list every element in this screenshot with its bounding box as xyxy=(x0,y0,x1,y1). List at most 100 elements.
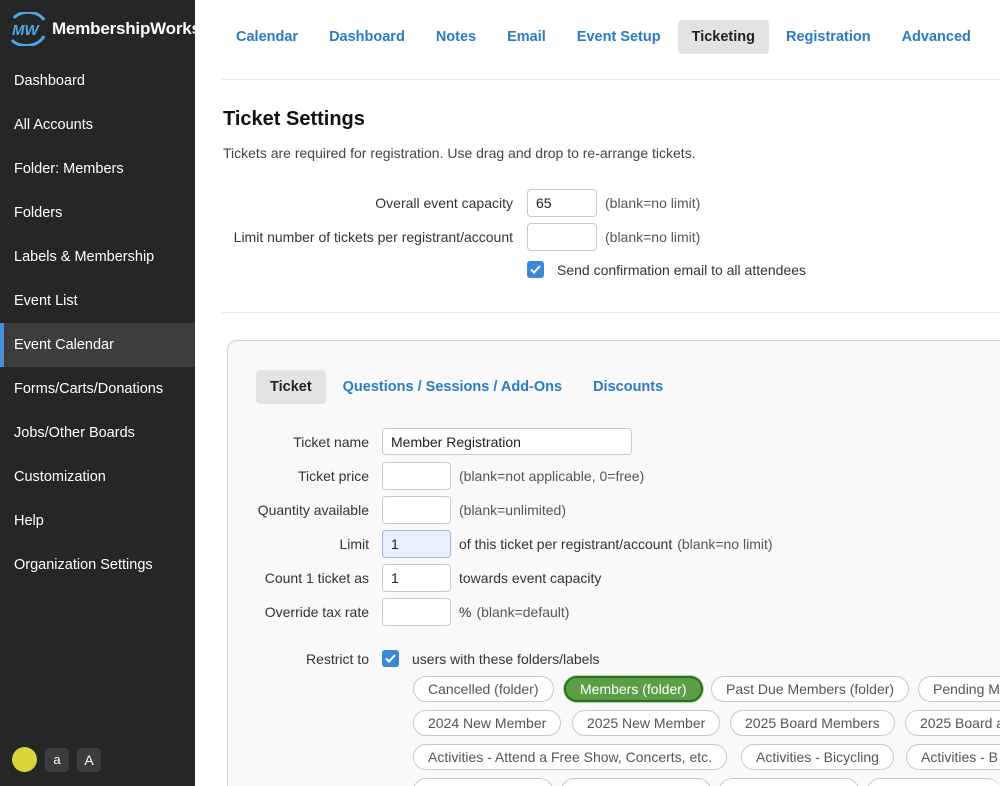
sidebar-item-label: Folders xyxy=(14,205,63,221)
label-pill-partial[interactable] xyxy=(719,778,859,786)
ticket-name-row: Ticket name Member Registration xyxy=(240,428,632,455)
restrict-row: Restrict to users with these folders/lab… xyxy=(240,650,600,667)
ticket-name-input[interactable]: Member Registration xyxy=(382,428,632,455)
label-pill[interactable]: 2024 New Member xyxy=(413,710,562,736)
limit-label: Limit xyxy=(339,536,369,552)
subtab-questions-sessions-addons[interactable]: Questions / Sessions / Add-Ons xyxy=(329,370,576,404)
limit-hint: (blank=no limit) xyxy=(677,536,773,552)
divider xyxy=(222,79,1000,80)
limit-per-registrant-input[interactable] xyxy=(527,223,597,251)
brand-logo[interactable]: MW MembershipWorks xyxy=(8,12,201,46)
folder-pill[interactable]: Past Due Members (folder) xyxy=(711,676,910,702)
tab-email[interactable]: Email xyxy=(493,20,560,54)
label-pill[interactable]: Activities - B xyxy=(906,744,1000,770)
check-icon xyxy=(530,265,541,274)
svg-text:MW: MW xyxy=(12,22,40,39)
sidebar: MW MembershipWorks Dashboard All Account… xyxy=(0,0,201,786)
sidebar-item-help[interactable]: Help xyxy=(0,499,195,543)
limit-per-registrant-label: Limit number of tickets per registrant/a… xyxy=(233,229,513,245)
sidebar-item-label: All Accounts xyxy=(14,117,93,133)
limit-text: of this ticket per registrant/account xyxy=(459,536,673,552)
confirmation-row: Send confirmation email to all attendees xyxy=(527,261,806,278)
divider xyxy=(222,312,1000,313)
sidebar-item-label: Organization Settings xyxy=(14,557,153,573)
sidebar-item-jobs-other-boards[interactable]: Jobs/Other Boards xyxy=(0,411,195,455)
theme-toggle-icon[interactable] xyxy=(12,747,37,772)
sidebar-item-label: Labels & Membership xyxy=(14,249,155,265)
ticket-price-row: Ticket price (blank=not applicable, 0=fr… xyxy=(240,462,644,490)
limit-input[interactable]: 1 xyxy=(382,530,451,558)
sidebar-item-customization[interactable]: Customization xyxy=(0,455,195,499)
ticket-price-hint: (blank=not applicable, 0=free) xyxy=(459,468,645,484)
sidebar-item-label: Jobs/Other Boards xyxy=(14,425,135,441)
brand-name: MembershipWorks xyxy=(52,19,201,38)
label-pill[interactable]: 2025 Board Members xyxy=(730,710,895,736)
confirmation-label: Send confirmation email to all attendees xyxy=(557,261,807,278)
tab-calendar[interactable]: Calendar xyxy=(222,20,312,54)
event-tabs: Calendar Dashboard Notes Email Event Set… xyxy=(222,20,988,54)
ticket-name-label: Ticket name xyxy=(293,433,369,450)
tax-percent: % xyxy=(459,604,472,620)
folder-pill[interactable]: Pending M xyxy=(918,676,1000,702)
tab-event-setup[interactable]: Event Setup xyxy=(563,20,675,54)
count-row: Count 1 ticket as 1 towards event capaci… xyxy=(240,564,601,592)
ticket-price-input[interactable] xyxy=(382,462,451,490)
label-pill[interactable]: 2025 New Member xyxy=(572,710,721,736)
quantity-hint: (blank=unlimited) xyxy=(459,502,566,518)
restrict-label: Restrict to xyxy=(305,650,369,667)
sidebar-nav: Dashboard All Accounts Folder: Members F… xyxy=(0,59,195,587)
sidebar-item-organization-settings[interactable]: Organization Settings xyxy=(0,543,195,587)
limit-per-registrant-row: Limit number of tickets per registrant/a… xyxy=(223,223,700,251)
confirmation-checkbox[interactable] xyxy=(527,261,544,278)
subtab-ticket[interactable]: Ticket xyxy=(256,370,326,404)
ticket-subtabs: Ticket Questions / Sessions / Add-Ons Di… xyxy=(256,370,680,404)
capacity-input[interactable]: 65 xyxy=(527,189,597,217)
tab-advanced[interactable]: Advanced xyxy=(888,20,985,54)
sidebar-item-event-list[interactable]: Event List xyxy=(0,279,195,323)
count-label: Count 1 ticket as xyxy=(264,570,369,586)
sidebar-item-folder-members[interactable]: Folder: Members xyxy=(0,147,195,191)
tax-hint: (blank=default) xyxy=(476,604,570,620)
sidebar-item-folders[interactable]: Folders xyxy=(0,191,195,235)
membershipworks-logo-icon: MW xyxy=(10,12,46,46)
tab-dashboard[interactable]: Dashboard xyxy=(315,20,419,54)
sidebar-item-forms-carts-donations[interactable]: Forms/Carts/Donations xyxy=(0,367,195,411)
label-pill-partial[interactable] xyxy=(561,778,711,786)
capacity-label: Overall event capacity xyxy=(375,195,513,211)
tax-input[interactable] xyxy=(382,598,451,626)
tab-registration[interactable]: Registration xyxy=(772,20,885,54)
sidebar-item-label: Dashboard xyxy=(14,73,85,89)
label-pill-partial[interactable] xyxy=(867,778,1000,786)
sidebar-item-label: Event List xyxy=(14,293,78,309)
folder-pill-selected[interactable]: Members (folder) xyxy=(564,676,703,702)
count-input[interactable]: 1 xyxy=(382,564,451,592)
restrict-text: users with these folders/labels xyxy=(412,650,600,667)
sidebar-item-dashboard[interactable]: Dashboard xyxy=(0,59,195,103)
display-tools: a A xyxy=(12,747,101,772)
label-pill[interactable]: 2025 Board a xyxy=(905,710,1000,736)
font-size-small-button[interactable]: a xyxy=(45,747,69,772)
sidebar-item-label: Event Calendar xyxy=(14,337,114,353)
subtab-discounts[interactable]: Discounts xyxy=(579,370,677,404)
check-icon xyxy=(385,654,396,663)
section-title: Ticket Settings xyxy=(223,108,365,130)
sidebar-item-label: Customization xyxy=(14,469,106,485)
sidebar-item-event-calendar[interactable]: Event Calendar xyxy=(0,323,195,367)
ticket-price-label: Ticket price xyxy=(297,468,369,484)
sidebar-item-label: Folder: Members xyxy=(14,161,124,177)
tab-ticketing[interactable]: Ticketing xyxy=(677,20,769,54)
tab-notes[interactable]: Notes xyxy=(422,20,490,54)
label-pill[interactable]: Activities - Bicycling xyxy=(741,744,894,770)
quantity-row: Quantity available (blank=unlimited) xyxy=(240,496,566,524)
label-pill-partial[interactable] xyxy=(413,778,553,786)
quantity-input[interactable] xyxy=(382,496,451,524)
sidebar-item-labels-membership[interactable]: Labels & Membership xyxy=(0,235,195,279)
label-pill[interactable]: Activities - Attend a Free Show, Concert… xyxy=(413,744,728,770)
sidebar-item-all-accounts[interactable]: All Accounts xyxy=(0,103,195,147)
tax-row: Override tax rate % (blank=default) xyxy=(240,598,569,626)
restrict-checkbox[interactable] xyxy=(382,650,399,667)
font-size-large-button[interactable]: A xyxy=(77,747,101,772)
count-text: towards event capacity xyxy=(459,570,602,586)
sidebar-item-label: Forms/Carts/Donations xyxy=(14,381,164,397)
folder-pill[interactable]: Cancelled (folder) xyxy=(413,676,554,702)
